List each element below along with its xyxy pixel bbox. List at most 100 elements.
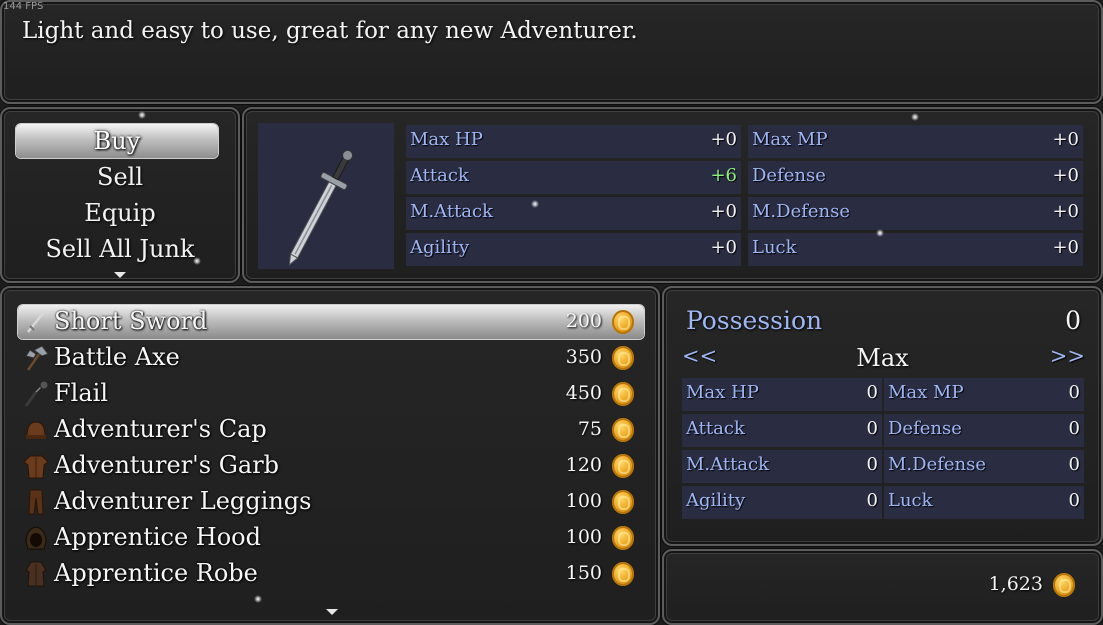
item-price: 100 xyxy=(565,526,602,548)
stat-label: Defense xyxy=(888,418,962,439)
stat-label: M.Defense xyxy=(752,201,851,222)
item-list-window: Short Sword 200 Battle Axe 350 Flail 450 Adven… xyxy=(0,286,660,625)
stat-label: Max MP xyxy=(752,129,828,150)
command-sell-all-junk[interactable]: Sell All Junk xyxy=(2,232,238,266)
possession-stat-attack: Attack 0 xyxy=(682,414,882,447)
shop-item-row[interactable]: Battle Axe 350 xyxy=(18,341,644,375)
gold-coin-icon xyxy=(612,310,634,334)
command-buy[interactable]: Buy xyxy=(16,124,218,158)
leggings-icon xyxy=(22,488,50,516)
stat-value: 0 xyxy=(1068,418,1080,439)
gold-coin-icon xyxy=(612,454,634,478)
item-name: Adventurer's Cap xyxy=(54,415,267,443)
preview-stat-agility: Agility +0 xyxy=(406,233,741,266)
preview-stat-max-hp: Max HP +0 xyxy=(406,125,741,158)
item-name: Apprentice Robe xyxy=(54,559,258,587)
possession-stat-defense: Defense 0 xyxy=(884,414,1084,447)
possession-stat-m-defense: M.Defense 0 xyxy=(884,450,1084,483)
stat-value: 0 xyxy=(866,490,878,511)
possession-stat-luck: Luck 0 xyxy=(884,486,1084,519)
gold-coin-icon xyxy=(612,418,634,442)
preview-stat-m-attack: M.Attack +0 xyxy=(406,197,741,230)
stat-value: +0 xyxy=(1052,201,1079,222)
item-price: 450 xyxy=(565,382,602,404)
command-sell[interactable]: Sell xyxy=(2,160,238,194)
stat-value: +0 xyxy=(710,129,737,150)
stat-label: Max MP xyxy=(888,382,964,403)
possession-stat-m-attack: M.Attack 0 xyxy=(682,450,882,483)
gold-coin-icon xyxy=(612,490,634,514)
stat-value: +0 xyxy=(1052,237,1079,258)
stat-label: M.Attack xyxy=(410,201,494,222)
command-equip[interactable]: Equip xyxy=(2,196,238,230)
stat-label: Agility xyxy=(410,237,470,258)
possession-stat-max-mp: Max MP 0 xyxy=(884,378,1084,411)
stat-value: +0 xyxy=(710,237,737,258)
stat-value: +0 xyxy=(710,201,737,222)
command-window: Buy Sell Equip Sell All Junk xyxy=(0,107,240,283)
preview-stat-attack: Attack +6 xyxy=(406,161,741,194)
help-text: Light and easy to use, great for any new… xyxy=(22,18,638,44)
shop-item-row[interactable]: Flail 450 xyxy=(18,377,644,411)
item-price: 75 xyxy=(577,418,602,440)
item-name: Battle Axe xyxy=(54,343,180,371)
item-name: Adventurer's Garb xyxy=(54,451,280,479)
scroll-down-arrow-icon[interactable] xyxy=(326,609,338,615)
stat-value: +6 xyxy=(710,165,737,186)
stat-label: Max HP xyxy=(410,129,483,150)
stat-label: Defense xyxy=(752,165,826,186)
shop-item-row[interactable]: Adventurer's Cap 75 xyxy=(18,413,644,447)
sparkle-effect xyxy=(876,229,884,237)
gold-coin-icon xyxy=(612,562,634,586)
possession-count: 0 xyxy=(1065,306,1081,335)
shop-item-row[interactable]: Apprentice Robe 150 xyxy=(18,557,644,591)
flail-icon xyxy=(22,380,50,408)
sparkle-effect xyxy=(531,200,539,208)
gold-coin-icon xyxy=(612,346,634,370)
item-name: Short Sword xyxy=(54,307,208,335)
item-name: Adventurer Leggings xyxy=(54,487,312,515)
possession-label: Possession xyxy=(686,306,823,335)
gold-coin-icon xyxy=(612,382,634,406)
sparkle-effect xyxy=(911,113,919,121)
stat-value: 0 xyxy=(866,454,878,475)
next-actor-button[interactable]: >> xyxy=(1050,344,1085,368)
stat-value: 0 xyxy=(1068,490,1080,511)
sword-icon xyxy=(22,308,50,336)
garb-icon xyxy=(22,452,50,480)
preview-stat-luck: Luck +0 xyxy=(748,233,1083,266)
preview-stat-defense: Defense +0 xyxy=(748,161,1083,194)
item-preview-window: Max HP +0 Max MP +0 Attack +6 Defense +0 M.Attac… xyxy=(242,107,1103,283)
gold-amount: 1,623 xyxy=(988,573,1043,595)
shop-item-row[interactable]: Adventurer's Garb 120 xyxy=(18,449,644,483)
item-price: 100 xyxy=(565,490,602,512)
shop-item-row[interactable]: Short Sword 200 xyxy=(18,305,644,339)
sparkle-effect xyxy=(138,111,146,119)
scroll-down-arrow-icon[interactable] xyxy=(114,272,126,278)
stat-value: 0 xyxy=(1068,382,1080,403)
fps-counter: 144 FPS xyxy=(3,1,44,12)
help-window: Light and easy to use, great for any new… xyxy=(0,0,1103,104)
item-name: Flail xyxy=(54,379,108,407)
shop-item-row[interactable]: Adventurer Leggings 100 xyxy=(18,485,644,519)
stat-label: Attack xyxy=(410,165,469,186)
hood-icon xyxy=(22,524,50,552)
possession-window: Possession 0 << Max >> Max HP 0 Max MP 0 Att… xyxy=(662,286,1103,546)
gold-coin-icon xyxy=(612,526,634,550)
possession-stat-max-hp: Max HP 0 xyxy=(682,378,882,411)
stat-value: +0 xyxy=(1052,165,1079,186)
gold-coin-icon xyxy=(1053,573,1075,597)
shop-item-row[interactable]: Apprentice Hood 100 xyxy=(18,521,644,555)
stat-mode-label: Max xyxy=(856,344,909,372)
possession-stat-agility: Agility 0 xyxy=(682,486,882,519)
preview-stat-max-mp: Max MP +0 xyxy=(748,125,1083,158)
item-price: 200 xyxy=(565,310,602,332)
sparkle-effect xyxy=(193,257,201,265)
stat-label: M.Defense xyxy=(888,454,987,475)
axe-icon xyxy=(22,344,50,372)
gold-window: 1,623 xyxy=(662,549,1103,625)
item-name: Apprentice Hood xyxy=(54,523,261,551)
sparkle-effect xyxy=(254,595,262,603)
stat-value: 0 xyxy=(866,382,878,403)
cap-icon xyxy=(22,416,50,444)
